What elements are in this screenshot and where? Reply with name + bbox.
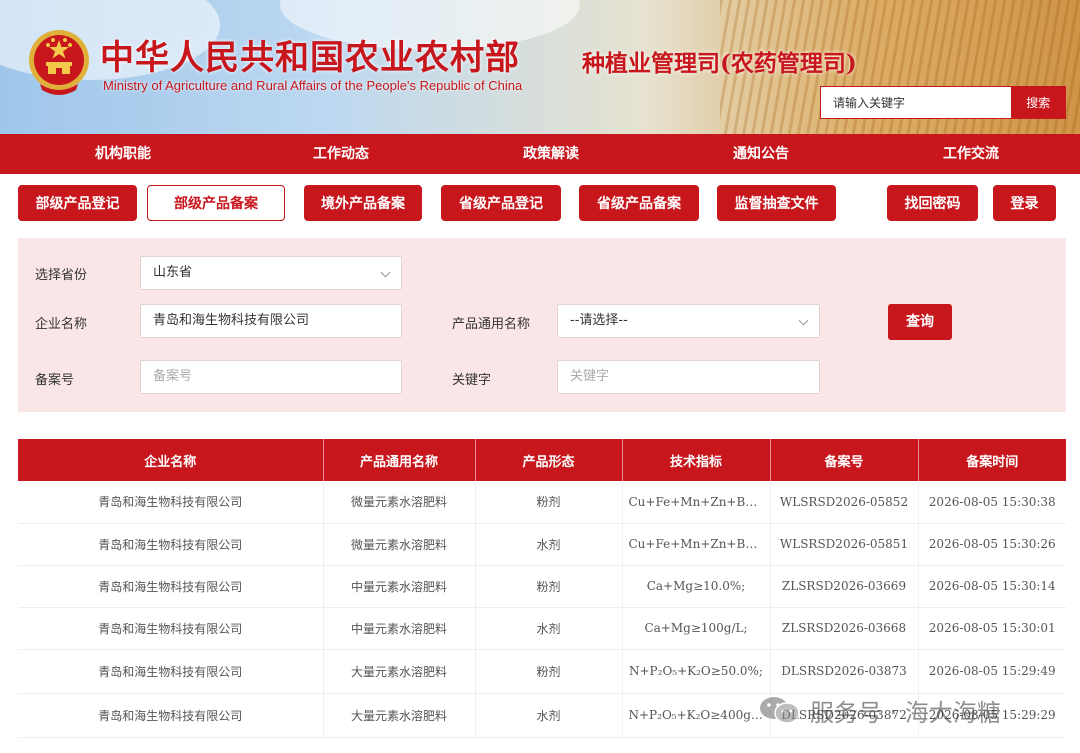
cell-spec: Cu+Fe+Mn+Zn+B+Mo...	[622, 523, 771, 566]
cell-record-no: ZLSRSD2026-03668	[770, 607, 919, 650]
province-label: 选择省份	[35, 268, 88, 283]
record-no-placeholder: 备案号	[153, 369, 193, 384]
cell-record-time: 2026-08-05 15:30:14	[918, 565, 1066, 608]
cell-company: 青岛和海生物科技有限公司	[18, 649, 324, 694]
search-button[interactable]: 搜索	[1011, 87, 1065, 118]
cell-form: 粉剂	[475, 649, 623, 694]
site-title: 中华人民共和国农业农村部	[100, 38, 520, 78]
cell-record-time: 2026-08-05 15:30:01	[918, 607, 1066, 650]
cell-spec: Ca+Mg≥100g/L;	[622, 607, 771, 650]
login-button[interactable]: 登录	[993, 185, 1056, 221]
watermark-text: 服务号 · 海大海糖	[810, 698, 1001, 727]
cell-product-name: 微量元素水溶肥料	[323, 481, 476, 524]
cell-record-time: 2026-08-05 15:30:26	[918, 523, 1066, 566]
nav-item-exchange[interactable]: 工作交流	[866, 134, 1076, 174]
product-name-label: 产品通用名称	[452, 317, 531, 332]
record-no-input[interactable]: 备案号	[140, 360, 402, 394]
table-row[interactable]: 青岛和海生物科技有限公司 中量元素水溶肥料 水剂 Ca+Mg≥100g/L; Z…	[18, 607, 1066, 650]
column-header-product-name: 产品通用名称	[323, 439, 476, 481]
cell-record-time: 2026-08-05 15:30:38	[918, 481, 1066, 524]
cell-company: 青岛和海生物科技有限公司	[18, 523, 324, 566]
product-name-select[interactable]: --请选择--	[557, 304, 820, 338]
cell-company: 青岛和海生物科技有限公司	[18, 693, 324, 738]
cell-company: 青岛和海生物科技有限公司	[18, 565, 324, 608]
cell-record-no: WLSRSD2026-05851	[770, 523, 919, 566]
chevron-down-icon	[798, 315, 809, 326]
chevron-down-icon	[380, 267, 391, 278]
wechat-icon	[760, 697, 800, 724]
department-title: 种植业管理司(农药管理司)	[582, 50, 857, 77]
column-header-record-time: 备案时间	[918, 439, 1066, 481]
national-emblem-icon	[29, 30, 89, 95]
nav-item-news[interactable]: 工作动态	[236, 134, 446, 174]
cell-product-name: 微量元素水溶肥料	[323, 523, 476, 566]
cell-company: 青岛和海生物科技有限公司	[18, 607, 324, 650]
cell-product-name: 大量元素水溶肥料	[323, 649, 476, 694]
main-nav: 机构职能 工作动态 政策解读 通知公告 工作交流	[0, 134, 1080, 174]
table-row[interactable]: 青岛和海生物科技有限公司 微量元素水溶肥料 水剂 Cu+Fe+Mn+Zn+B+M…	[18, 523, 1066, 566]
cell-form: 水剂	[475, 523, 623, 566]
province-value: 山东省	[153, 265, 193, 280]
cell-spec: N+P₂O₅+K₂O≥400g/L;	[622, 693, 771, 738]
column-header-record-no: 备案号	[770, 439, 919, 481]
tab-inspection-files[interactable]: 监督抽查文件	[717, 185, 836, 221]
record-no-label: 备案号	[35, 373, 75, 388]
header-banner: 中华人民共和国农业农村部 Ministry of Agriculture and…	[0, 0, 1080, 134]
cell-spec: N+P₂O₅+K₂O≥50.0%;	[622, 649, 771, 694]
tab-provincial-filing[interactable]: 省级产品备案	[579, 185, 699, 221]
company-input[interactable]: 青岛和海生物科技有限公司	[140, 304, 402, 338]
product-name-value: --请选择--	[570, 313, 628, 328]
site-title-english: Ministry of Agriculture and Rural Affair…	[103, 78, 523, 93]
cell-record-time: 2026-08-05 15:29:49	[918, 649, 1066, 694]
table-row[interactable]: 青岛和海生物科技有限公司 微量元素水溶肥料 粉剂 Cu+Fe+Mn+Zn+B+M…	[18, 481, 1066, 524]
cell-product-name: 大量元素水溶肥料	[323, 693, 476, 738]
province-select[interactable]: 山东省	[140, 256, 402, 290]
keyword-input[interactable]: 关键字	[557, 360, 820, 394]
cell-form: 粉剂	[475, 481, 623, 524]
column-header-form: 产品形态	[475, 439, 623, 481]
nav-item-policy[interactable]: 政策解读	[446, 134, 656, 174]
cell-form: 水剂	[475, 693, 623, 738]
tab-ministry-filing[interactable]: 部级产品备案	[147, 185, 285, 221]
search-box: 搜索	[820, 86, 1066, 119]
cell-spec: Ca+Mg≥10.0%;	[622, 565, 771, 608]
cell-record-no: DLSRSD2026-03873	[770, 649, 919, 694]
keyword-placeholder: 关键字	[570, 369, 610, 384]
watermark: 服务号 · 海大海糖	[758, 690, 1001, 730]
cell-form: 粉剂	[475, 565, 623, 608]
tab-overseas-filing[interactable]: 境外产品备案	[304, 185, 422, 221]
cell-product-name: 中量元素水溶肥料	[323, 565, 476, 608]
cell-spec: Cu+Fe+Mn+Zn+B+Mo...	[622, 481, 771, 524]
table-row[interactable]: 青岛和海生物科技有限公司 中量元素水溶肥料 粉剂 Ca+Mg≥10.0%; ZL…	[18, 565, 1066, 608]
table-row[interactable]: 青岛和海生物科技有限公司 大量元素水溶肥料 粉剂 N+P₂O₅+K₂O≥50.0…	[18, 649, 1066, 694]
tab-ministry-registration[interactable]: 部级产品登记	[18, 185, 137, 221]
nav-item-notices[interactable]: 通知公告	[656, 134, 866, 174]
search-input[interactable]	[821, 87, 1012, 118]
query-button[interactable]: 查询	[888, 304, 952, 340]
retrieve-password-button[interactable]: 找回密码	[887, 185, 978, 221]
table-header-row: 企业名称 产品通用名称 产品形态 技术指标 备案号 备案时间	[18, 439, 1066, 481]
keyword-label: 关键字	[452, 373, 492, 388]
cell-company: 青岛和海生物科技有限公司	[18, 481, 324, 524]
cell-record-no: ZLSRSD2026-03669	[770, 565, 919, 608]
company-label: 企业名称	[35, 317, 88, 332]
cell-record-no: WLSRSD2026-05852	[770, 481, 919, 524]
column-header-company: 企业名称	[18, 439, 324, 481]
company-value: 青岛和海生物科技有限公司	[153, 313, 310, 328]
tab-provincial-registration[interactable]: 省级产品登记	[441, 185, 561, 221]
nav-item-functions[interactable]: 机构职能	[10, 134, 236, 174]
column-header-spec: 技术指标	[622, 439, 771, 481]
cell-product-name: 中量元素水溶肥料	[323, 607, 476, 650]
cell-form: 水剂	[475, 607, 623, 650]
